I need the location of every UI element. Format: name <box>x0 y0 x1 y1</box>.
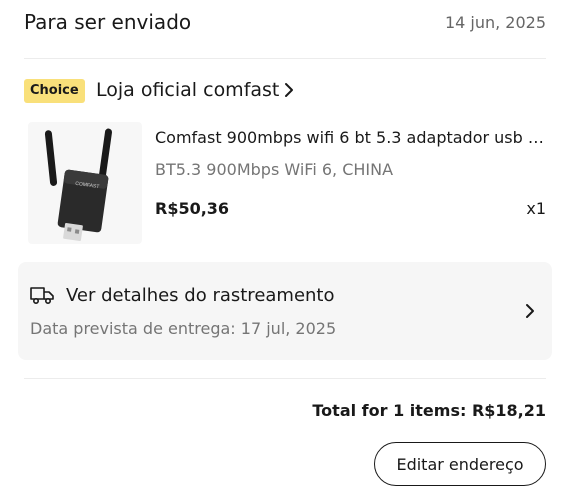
usb-wifi-adapter-image: COMFAST <box>44 128 113 242</box>
product-image[interactable]: COMFAST <box>28 122 142 244</box>
product-title[interactable]: Comfast 900mbps wifi 6 bt 5.3 adaptador … <box>155 126 547 150</box>
divider <box>24 378 546 379</box>
truck-icon <box>30 287 54 305</box>
order-status-title: Para ser enviado <box>24 10 192 34</box>
delivery-estimate: Data prevista de entrega: 17 jul, 2025 <box>30 319 337 338</box>
product-price: R$50,36 <box>155 199 230 218</box>
tracking-title: Ver detalhes do rastreamento <box>66 285 335 306</box>
order-total: Total for 1 items: R$18,21 <box>312 401 546 420</box>
divider <box>24 58 546 59</box>
tracking-details-card[interactable]: Ver detalhes do rastreamento Data previs… <box>18 262 552 360</box>
product-quantity: x1 <box>526 199 546 218</box>
product-variant: BT5.3 900Mbps WiFi 6, CHINA <box>155 160 394 179</box>
chevron-right-icon <box>285 83 294 97</box>
chevron-right-icon <box>526 304 534 318</box>
choice-badge: Choice <box>24 79 85 103</box>
store-link[interactable]: Loja oficial comfast <box>96 76 295 104</box>
store-name: Loja oficial comfast <box>96 79 280 101</box>
order-date: 14 jun, 2025 <box>444 13 546 32</box>
edit-address-button[interactable]: Editar endereço <box>374 442 546 486</box>
